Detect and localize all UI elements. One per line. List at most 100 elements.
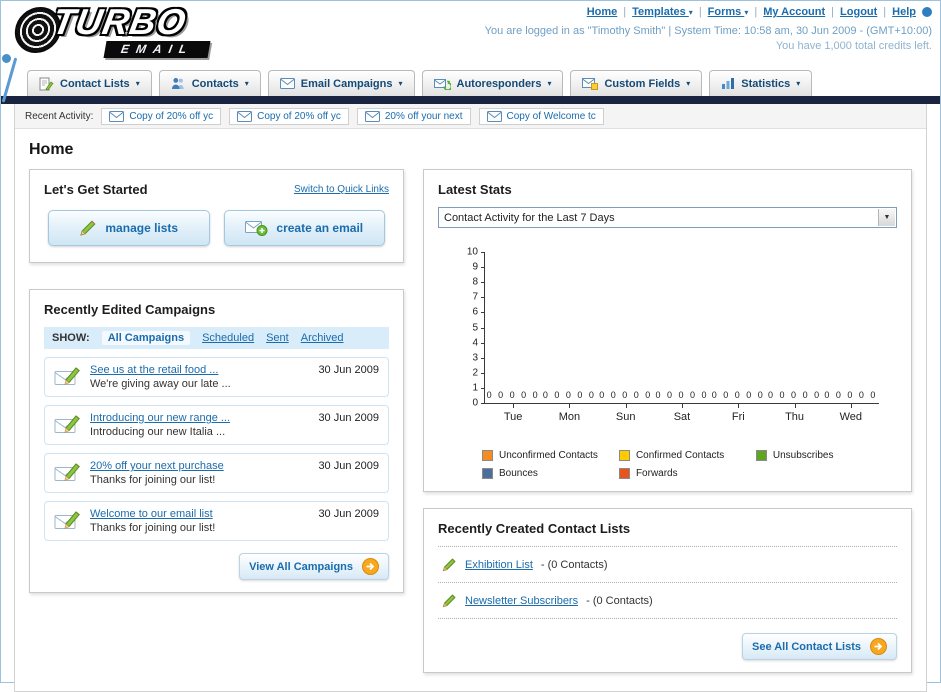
- legend-item: Confirmed Contacts: [618, 450, 756, 461]
- nav-tab-label: Contacts: [191, 77, 239, 90]
- recent-activity-item-label: Copy of 20% off yc: [257, 110, 341, 122]
- nav-tab-statistics[interactable]: Statistics ▾: [709, 70, 813, 96]
- recent-activity-item[interactable]: Copy of 20% off yc: [229, 107, 349, 125]
- see-all-contact-lists-button[interactable]: See All Contact Lists: [741, 633, 897, 660]
- campaign-filter-scheduled[interactable]: Scheduled: [202, 332, 254, 344]
- page-title: Home: [29, 141, 74, 158]
- campaign-date: 30 Jun 2009: [318, 460, 379, 472]
- y-axis-tick: [481, 403, 485, 404]
- get-started-header: Let's Get Started Switch to Quick Links: [44, 182, 389, 197]
- logo-text: TURBO EMAIL: [49, 1, 211, 58]
- x-axis-tick: [738, 404, 740, 408]
- campaign-title-link[interactable]: See us at the retail food ...: [90, 364, 231, 376]
- legend-swatch: [482, 450, 493, 461]
- campaign-title-link[interactable]: Welcome to our email list: [90, 508, 215, 520]
- right-column: Latest Stats Contact Activity for the La…: [423, 169, 912, 673]
- nav-tab-custom-fields[interactable]: Custom Fields ▾: [570, 70, 703, 96]
- contact-list-link[interactable]: Newsletter Subscribers: [465, 595, 578, 607]
- create-email-button[interactable]: create an email: [223, 210, 385, 246]
- latest-stats-panel: Latest Stats Contact Activity for the La…: [423, 169, 912, 492]
- header-right: Home | Templates ▾ | Forms ▾ | My Account | Logo…: [485, 6, 932, 52]
- x-axis-tick: [625, 404, 627, 408]
- chevron-down-icon: ▾: [547, 79, 552, 88]
- campaign-date: 30 Jun 2009: [318, 412, 379, 424]
- legend-label: Unconfirmed Contacts: [499, 450, 598, 461]
- y-axis-tick-label: 0: [472, 397, 478, 409]
- campaign-list-item[interactable]: See us at the retail food ... We're givi…: [44, 357, 389, 397]
- y-axis-tick: [481, 297, 485, 299]
- y-axis-tick: [481, 342, 485, 344]
- recent-activity-item[interactable]: 20% off your next: [356, 107, 471, 125]
- contact-list-link[interactable]: Exhibition List: [465, 559, 533, 571]
- contact-list-rows: Exhibition List - (0 Contacts) Newslette…: [438, 546, 897, 619]
- campaign-text: 20% off your next purchase Thanks for jo…: [90, 460, 224, 486]
- recent-activity-item[interactable]: Copy of Welcome tc: [478, 107, 604, 125]
- top-link-my-account[interactable]: My Account: [763, 6, 825, 18]
- view-all-campaigns-label: View All Campaigns: [249, 560, 353, 573]
- top-link-logout[interactable]: Logout: [840, 6, 877, 18]
- stats-period-select[interactable]: Contact Activity for the Last 7 Days ▼: [438, 207, 897, 228]
- campaign-filter-all-campaigns[interactable]: All Campaigns: [101, 331, 191, 345]
- get-started-panel: Let's Get Started Switch to Quick Links …: [29, 169, 404, 263]
- campaign-list-item[interactable]: Welcome to our email list Thanks for joi…: [44, 501, 389, 541]
- link-separator: |: [623, 6, 627, 18]
- columns: Let's Get Started Switch to Quick Links …: [15, 169, 926, 673]
- campaign-filter-sent[interactable]: Sent: [266, 332, 289, 344]
- nav-tab-contact-lists[interactable]: Contact Lists ▾: [27, 70, 152, 96]
- top-link-home[interactable]: Home: [587, 6, 618, 18]
- top-link-help[interactable]: Help: [892, 6, 916, 18]
- campaign-title-link[interactable]: 20% off your next purchase: [90, 460, 224, 472]
- manage-lists-button[interactable]: manage lists: [48, 210, 210, 246]
- y-axis-tick-label: 10: [466, 246, 478, 258]
- top-link-forms[interactable]: Forms ▾: [708, 6, 749, 18]
- nav-tab-autoresponders[interactable]: Autoresponders ▾: [421, 70, 564, 96]
- x-axis-tick: [569, 404, 571, 408]
- arrow-circle-icon: [870, 638, 887, 655]
- envelope-icon: [486, 110, 502, 122]
- contact-list-count: - (0 Contacts): [586, 594, 653, 607]
- x-axis-label: Tue: [503, 411, 523, 423]
- campaign-title-link[interactable]: Introducing our new range ...: [90, 412, 230, 424]
- x-axis-tick: [850, 404, 852, 408]
- x-axis-tick: [682, 404, 683, 408]
- legend-item: Forwards: [618, 468, 756, 479]
- envelope-plus-icon: [245, 220, 268, 236]
- email-edit-icon: [54, 510, 81, 534]
- x-axis-label: Sat: [673, 411, 691, 423]
- recent-activity-item[interactable]: Copy of 20% off yc: [101, 107, 222, 125]
- autoresponders-icon: [433, 77, 451, 90]
- campaign-filter-archived[interactable]: Archived: [301, 332, 344, 344]
- legend-label: Confirmed Contacts: [635, 450, 725, 461]
- pencil-icon: [442, 593, 457, 608]
- see-all-row: See All Contact Lists: [438, 633, 897, 660]
- campaign-subtitle: We're giving away our late ...: [90, 378, 231, 390]
- app-logo[interactable]: TURBO EMAIL: [12, 1, 211, 58]
- y-axis-tick-label: 6: [472, 306, 478, 318]
- campaign-text: See us at the retail food ... We're givi…: [90, 364, 231, 390]
- y-axis-tick: [481, 267, 485, 269]
- login-info: You are logged in as "Timothy Smith" | S…: [484, 25, 932, 37]
- main-nav: Contact Lists ▾ Contacts ▾ Email Campaigns ▾ A…: [1, 63, 940, 96]
- x-axis-tick: [794, 404, 796, 408]
- chevron-down-icon: ▾: [796, 79, 801, 88]
- top-link-templates[interactable]: Templates ▾: [632, 6, 693, 18]
- left-column: Let's Get Started Switch to Quick Links …: [29, 169, 404, 593]
- campaign-list-item[interactable]: 20% off your next purchase Thanks for jo…: [44, 453, 389, 493]
- view-all-campaigns-button[interactable]: View All Campaigns: [239, 553, 389, 580]
- bar-value-labels: 0 0 0 0 0: [768, 390, 822, 400]
- campaign-list-item[interactable]: Introducing our new range ... Introducin…: [44, 405, 389, 445]
- campaign-items: See us at the retail food ... We're givi…: [44, 357, 389, 541]
- x-axis-label: Sun: [615, 411, 636, 423]
- nav-tab-email-campaigns[interactable]: Email Campaigns ▾: [267, 70, 415, 96]
- credits-info: You have 1,000 total credits left.: [775, 40, 932, 52]
- switch-quick-links-link[interactable]: Switch to Quick Links: [294, 184, 389, 195]
- nav-tab-contacts[interactable]: Contacts ▾: [158, 70, 261, 96]
- contact-lists-panel-title: Recently Created Contact Lists: [438, 521, 631, 536]
- get-started-buttons: manage lists create an email: [44, 208, 389, 250]
- bar-value-labels: 0 0 0 0 0: [599, 390, 653, 400]
- legend-item: Unsubscribes: [755, 450, 893, 461]
- create-email-label: create an email: [276, 221, 364, 235]
- legend-label: Bounces: [499, 468, 538, 479]
- chevron-down-icon: ▾: [398, 79, 403, 88]
- email-edit-icon: [54, 462, 81, 486]
